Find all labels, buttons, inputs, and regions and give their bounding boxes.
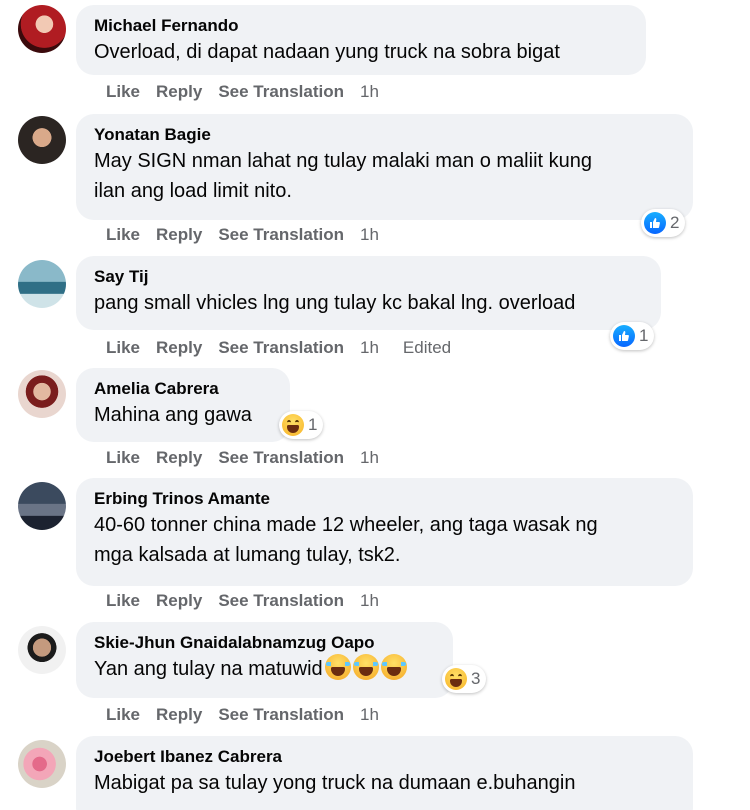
haha-icon — [445, 668, 467, 690]
tears-of-joy-icon — [352, 654, 379, 680]
avatar[interactable] — [18, 740, 66, 788]
timestamp[interactable]: 1h — [360, 81, 379, 103]
like-link[interactable]: Like — [106, 704, 140, 726]
like-link[interactable]: Like — [106, 447, 140, 469]
reply-link[interactable]: Reply — [156, 337, 202, 359]
reply-link[interactable]: Reply — [156, 704, 202, 726]
haha-icon — [282, 414, 304, 436]
avatar[interactable] — [18, 626, 66, 674]
tears-of-joy-icon — [324, 654, 351, 680]
comment-author[interactable]: Yonatan Bagie — [94, 124, 677, 146]
comment-bubble: Michael Fernando Overload, di dapat nada… — [76, 5, 646, 75]
comment-bubble: Say Tij pang small vhicles lng ung tulay… — [76, 256, 661, 330]
comment-text: pang small vhicles lng ung tulay kc baka… — [94, 292, 576, 314]
see-translation-link[interactable]: See Translation — [218, 337, 344, 359]
avatar[interactable] — [18, 482, 66, 530]
timestamp[interactable]: 1h — [360, 447, 379, 469]
like-icon — [613, 325, 635, 347]
comment-bubble: Skie-Jhun Gnaidalabnamzug Oapo Yan ang t… — [76, 622, 453, 698]
comment-author[interactable]: Michael Fernando — [94, 15, 630, 37]
avatar[interactable] — [18, 116, 66, 164]
reaction-summary[interactable]: 1 — [279, 411, 324, 439]
reaction-count: 1 — [639, 326, 649, 345]
comment-bubble: Joebert Ibanez Cabrera Mabigat pa sa tul… — [76, 736, 693, 810]
like-link[interactable]: Like — [106, 224, 140, 246]
comment-text: Mahina ang gawa — [94, 404, 252, 426]
like-icon — [644, 212, 666, 234]
reply-link[interactable]: Reply — [156, 81, 202, 103]
timestamp[interactable]: 1h — [360, 337, 379, 359]
comment-bubble: Amelia Cabrera Mahina ang gawa — [76, 368, 290, 442]
tears-of-joy-icon — [380, 654, 407, 680]
comment-bubble: Erbing Trinos Amante 40-60 tonner china … — [76, 478, 693, 586]
comment-author[interactable]: Amelia Cabrera — [94, 378, 274, 400]
like-link[interactable]: Like — [106, 81, 140, 103]
like-link[interactable]: Like — [106, 590, 140, 612]
see-translation-link[interactable]: See Translation — [218, 224, 344, 246]
avatar[interactable] — [18, 5, 66, 53]
reaction-summary[interactable]: 1 — [610, 322, 655, 350]
reaction-count: 1 — [308, 415, 318, 434]
see-translation-link[interactable]: See Translation — [218, 704, 344, 726]
comment-text: Overload, di dapat nadaan yung truck na … — [94, 41, 560, 63]
see-translation-link[interactable]: See Translation — [218, 447, 344, 469]
comment-actions: Like Reply See Translation 1h — [106, 590, 379, 612]
comment-author[interactable]: Skie-Jhun Gnaidalabnamzug Oapo — [94, 632, 437, 654]
comment-author[interactable]: Say Tij — [94, 266, 645, 288]
avatar[interactable] — [18, 370, 66, 418]
comment-actions: Like Reply See Translation 1h — [106, 447, 379, 469]
reaction-count: 2 — [670, 213, 680, 232]
reply-link[interactable]: Reply — [156, 224, 202, 246]
timestamp[interactable]: 1h — [360, 590, 379, 612]
comment-text: May SIGN nman lahat ng tulay malaki man … — [94, 150, 592, 202]
timestamp[interactable]: 1h — [360, 704, 379, 726]
comment-actions: Like Reply See Translation 1h — [106, 704, 379, 726]
like-link[interactable]: Like — [106, 337, 140, 359]
reply-link[interactable]: Reply — [156, 590, 202, 612]
reaction-summary[interactable]: 2 — [641, 209, 686, 237]
see-translation-link[interactable]: See Translation — [218, 590, 344, 612]
reaction-count: 3 — [471, 669, 481, 688]
comment-text: Yan ang tulay na matuwid — [94, 654, 437, 684]
timestamp[interactable]: 1h — [360, 224, 379, 246]
comment-actions: Like Reply See Translation 1h — [106, 81, 379, 103]
see-translation-link[interactable]: See Translation — [218, 81, 344, 103]
comment-actions: Like Reply See Translation 1h Edited — [106, 337, 451, 359]
comment-author[interactable]: Erbing Trinos Amante — [94, 488, 677, 510]
reaction-summary[interactable]: 3 — [442, 665, 487, 693]
comment-actions: Like Reply See Translation 1h — [106, 224, 379, 246]
comment-author[interactable]: Joebert Ibanez Cabrera — [94, 746, 677, 768]
comment-text: 40-60 tonner china made 12 wheeler, ang … — [94, 514, 598, 566]
comment-bubble: Yonatan Bagie May SIGN nman lahat ng tul… — [76, 114, 693, 220]
edited-label[interactable]: Edited — [403, 337, 451, 359]
reply-link[interactable]: Reply — [156, 447, 202, 469]
comment-text-content: Yan ang tulay na matuwid — [94, 658, 323, 680]
comment-text: Mabigat pa sa tulay yong truck na dumaan… — [94, 772, 576, 794]
avatar[interactable] — [18, 260, 66, 308]
